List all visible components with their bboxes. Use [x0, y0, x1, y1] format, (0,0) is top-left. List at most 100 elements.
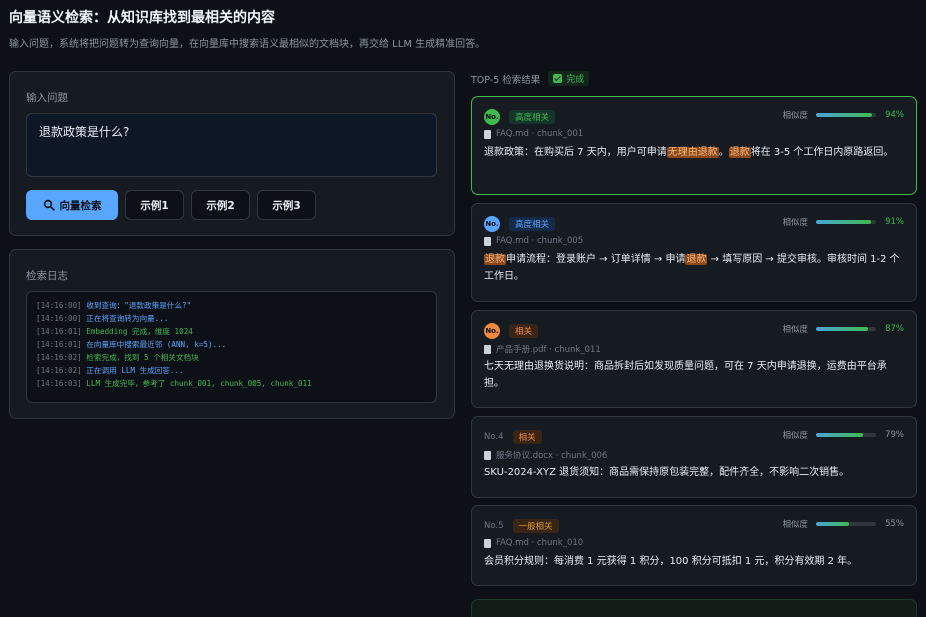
source-info: FAQ.md · chunk_010 [484, 538, 583, 548]
similarity-bar [816, 522, 876, 526]
source-info: FAQ.md · chunk_001 [484, 129, 583, 139]
page-subtitle: 输入问题，系统将把问题转为查询向量，在向量库中搜索语义最相似的文档块，再交给 L… [9, 39, 486, 50]
similarity-bar-fill [816, 433, 864, 437]
result-card-header: No.5 一般相关 [484, 519, 559, 533]
document-icon [484, 129, 491, 139]
answer-panel [471, 599, 917, 617]
relevance-tag: 高度相关 [509, 110, 556, 124]
snippet-text: 七天无理由退换货说明：商品拆封后如发现质量问题，可在 7 天内申请退换，运费由平… [484, 361, 887, 389]
snippet-text: 退款政策：在购买后 7 天内，用户可申请 [484, 147, 667, 158]
document-icon [484, 236, 491, 246]
result-card[interactable]: No. 高度相关 相似度 94% FAQ.md · chunk_001 退款政策：在购买后… [471, 96, 917, 195]
log-message: 正在将查询转为向量... [86, 314, 169, 323]
log-output[interactable]: [14:16:00] 收到查询："退款政策是什么?" [14:16:00] 正在将… [26, 291, 437, 403]
source-text: FAQ.md · chunk_005 [496, 236, 584, 246]
status-badge: 完成 [548, 71, 590, 86]
source-info: 服务协议.docx · chunk_006 [484, 449, 607, 461]
result-snippet: 七天无理由退换货说明：商品拆封后如发现质量问题，可在 7 天内申请退换，运费由平… [484, 358, 900, 392]
rank-badge: No. [484, 323, 500, 339]
check-icon [553, 74, 563, 83]
result-snippet: 退款申请流程：登录账户 → 订单详情 → 申请退款 → 填写原因 → 提交审核。… [484, 251, 900, 285]
snippet-text: 将在 3-5 个工作日内原路返回。 [750, 147, 894, 158]
page-header: 向量语义检索：从知识库找到最相关的内容 输入问题，系统将把问题转为查询向量，在向… [9, 9, 919, 51]
source-info: 产品手册.pdf · chunk_011 [484, 343, 601, 355]
result-card[interactable]: No.4 相关 相似度 79% 服务协议.docx · chunk_006 SKU-202… [471, 416, 917, 498]
input-panel-label: 输入问题 [26, 92, 68, 104]
result-snippet: 会员积分规则：每消费 1 元获得 1 积分，100 积分可抵扣 1 元，积分有效… [484, 553, 900, 570]
source-info: FAQ.md · chunk_005 [484, 236, 583, 246]
source-text: FAQ.md · chunk_001 [496, 129, 584, 139]
vector-search-label: 向量检索 [59, 199, 102, 212]
example-3-button[interactable]: 示例3 [257, 190, 316, 220]
source-text: 服务协议.docx · chunk_006 [496, 451, 608, 461]
vector-search-button[interactable]: 向量检索 [26, 190, 118, 220]
source-text: FAQ.md · chunk_010 [496, 538, 584, 548]
keyword-highlight: 退款 [484, 254, 506, 265]
keyword-highlight: 无理由退款 [666, 147, 719, 158]
document-icon [484, 450, 491, 460]
log-timestamp: [14:16:00] [36, 301, 87, 310]
log-message: LLM 生成完毕，参考了 chunk_001, chunk_005, chunk… [86, 379, 312, 388]
log-timestamp: [14:16:01] [36, 340, 87, 349]
log-message: Embedding 完成，维度 1024 [86, 327, 193, 336]
similarity-bar-fill [816, 522, 849, 526]
log-timestamp: [14:16:02] [36, 353, 87, 362]
log-line: [14:16:02] 检索完成，找到 5 个相关文档块 [36, 351, 427, 364]
log-timestamp: [14:16:00] [36, 314, 87, 323]
keyword-highlight: 退款 [728, 147, 751, 158]
similarity-meter: 相似度 79% [782, 429, 904, 441]
snippet-text: 。 [718, 147, 729, 158]
result-card-header: No. 高度相关 [484, 109, 556, 125]
similarity-bar [816, 327, 876, 331]
search-icon [43, 199, 55, 211]
similarity-label: 相似度 [782, 325, 808, 335]
similarity-meter: 相似度 91% [782, 216, 904, 228]
keyword-highlight: 退款 [685, 254, 708, 265]
relevance-tag: 相关 [509, 324, 539, 338]
rank-badge: No.4 [484, 432, 504, 442]
log-line: [14:16:00] 正在将查询转为向量... [36, 312, 427, 325]
similarity-meter: 相似度 94% [782, 109, 904, 121]
similarity-bar [816, 113, 876, 117]
similarity-percent: 87% [885, 324, 904, 334]
similarity-bar [816, 220, 876, 224]
log-line: [14:16:03] LLM 生成完毕，参考了 chunk_001, chunk… [36, 377, 427, 390]
result-card[interactable]: No. 高度相关 相似度 91% FAQ.md · chunk_005 退款申请流程：登录… [471, 203, 917, 302]
action-buttons: 向量检索 示例1 示例2 示例3 [26, 190, 316, 220]
result-snippet: 退款政策：在购买后 7 天内，用户可申请无理由退款。退款将在 3-5 个工作日内… [484, 144, 900, 161]
page-title: 向量语义检索：从知识库找到最相关的内容 [9, 10, 275, 26]
example-1-button[interactable]: 示例1 [125, 190, 184, 220]
similarity-percent: 79% [885, 430, 904, 440]
log-line: [14:16:01] 在向量库中搜索最近邻 (ANN, k=5)... [36, 338, 427, 351]
log-line: [14:16:01] Embedding 完成，维度 1024 [36, 325, 427, 338]
relevance-tag: 一般相关 [512, 519, 559, 533]
log-message: 正在调用 LLM 生成回答... [86, 366, 184, 375]
similarity-percent: 55% [885, 519, 904, 529]
results-title: TOP-5 检索结果 [471, 74, 541, 86]
similarity-meter: 相似度 55% [782, 518, 904, 530]
similarity-bar-fill [816, 220, 871, 224]
results-header: TOP-5 检索结果 完成 [471, 71, 590, 86]
relevance-tag: 高度相关 [509, 217, 556, 231]
search-log-panel: 检索日志 [14:16:00] 收到查询："退款政策是什么?" [14:16:00… [9, 249, 455, 419]
result-card[interactable]: No.5 一般相关 相似度 55% FAQ.md · chunk_010 会员积分规则：每… [471, 505, 917, 586]
result-card-header: No.4 相关 [484, 430, 542, 444]
rank-badge: No. [484, 216, 500, 232]
log-timestamp: [14:16:01] [36, 327, 87, 336]
snippet-text: 会员积分规则：每消费 1 元获得 1 积分，100 积分可抵扣 1 元，积分有效… [484, 556, 858, 567]
similarity-label: 相似度 [782, 111, 808, 121]
document-icon [484, 538, 491, 548]
snippet-text: SKU-2024-XYZ 退货须知：商品需保持原包装完整，配件齐全，不影响二次销… [484, 467, 850, 478]
status-text: 完成 [566, 75, 585, 85]
similarity-label: 相似度 [782, 520, 808, 530]
source-text: 产品手册.pdf · chunk_011 [496, 345, 601, 355]
example-2-button[interactable]: 示例2 [191, 190, 250, 220]
log-message: 在向量库中搜索最近邻 (ANN, k=5)... [86, 340, 227, 349]
log-timestamp: [14:16:02] [36, 366, 87, 375]
log-line: [14:16:00] 收到查询："退款政策是什么?" [36, 299, 427, 312]
question-input[interactable]: 退款政策是什么? [26, 113, 437, 177]
similarity-label: 相似度 [782, 431, 808, 441]
similarity-bar-fill [816, 113, 873, 117]
result-card[interactable]: No. 相关 相似度 87% 产品手册.pdf · chunk_011 七天无理由退换货说… [471, 310, 917, 408]
result-snippet: SKU-2024-XYZ 退货须知：商品需保持原包装完整，配件齐全，不影响二次销… [484, 464, 900, 481]
